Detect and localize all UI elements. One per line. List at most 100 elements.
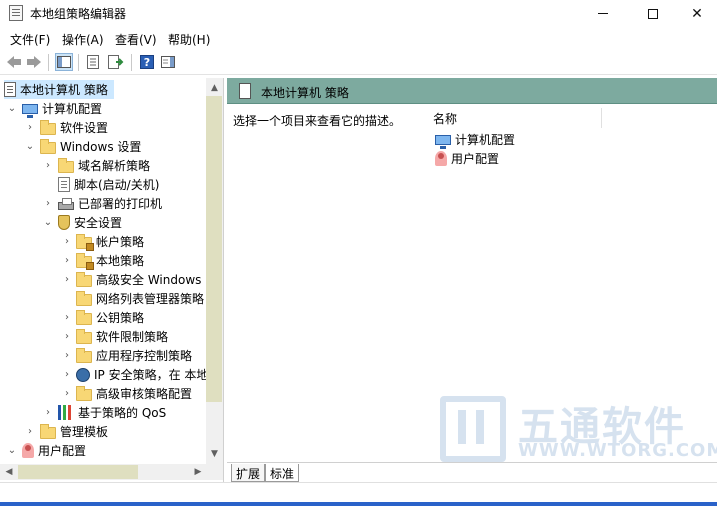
tree-item-label: 计算机配置 (42, 102, 103, 116)
tree-item-admin-templates[interactable]: 管理模板 (40, 422, 108, 441)
tree-item-user-config[interactable]: 用户配置 (22, 441, 86, 460)
column-divider[interactable] (601, 108, 602, 128)
folder-icon (40, 423, 56, 439)
tree-item-ip-security[interactable]: IP 安全策略，在 本地 (76, 365, 208, 384)
title-bar: 本地组策略编辑器 ✕ (0, 0, 717, 27)
folder-icon (76, 309, 92, 325)
policy-doc-icon (239, 83, 251, 99)
collapse-arrow-icon[interactable]: ⌄ (25, 142, 35, 152)
show-hide-tree-button[interactable] (55, 53, 73, 71)
tree-item-local-policies[interactable]: 本地策略 (76, 251, 144, 270)
back-button[interactable] (5, 53, 23, 71)
close-icon: ✕ (691, 5, 703, 22)
tree-item-deployed-printers[interactable]: 已部署的打印机 (58, 194, 162, 213)
back-icon (7, 56, 21, 68)
tree-item-advanced-audit[interactable]: 高级审核策略配置 (76, 384, 192, 403)
export-list-button[interactable] (107, 53, 125, 71)
tree-item-label: 公钥策略 (96, 311, 145, 325)
expand-arrow-icon[interactable]: › (62, 237, 72, 247)
tree-item-account-policies[interactable]: 帐户策略 (76, 232, 144, 251)
menu-help[interactable]: 帮助(H) (168, 31, 210, 48)
maximize-button[interactable] (630, 0, 676, 27)
help-icon: ? (140, 55, 154, 69)
menu-action[interactable]: 操作(A) (62, 31, 104, 48)
expand-arrow-icon[interactable]: › (62, 256, 72, 266)
list-item-user-config[interactable]: 用户配置 (435, 149, 499, 167)
toolbar-separator (78, 54, 79, 71)
user-icon (435, 150, 447, 166)
tree-item-label: 应用程序控制策略 (96, 349, 193, 363)
scroll-up-icon[interactable]: ▲ (206, 80, 223, 96)
folder-icon (76, 347, 92, 363)
properties-icon (87, 55, 99, 69)
column-header-name[interactable]: 名称 (433, 110, 603, 130)
menu-bar: 文件(F) 操作(A) 查看(V) 帮助(H) (0, 28, 717, 50)
export-list-icon (108, 55, 124, 69)
properties-button[interactable] (84, 53, 102, 71)
view-tabs: 扩展 标准 (227, 462, 717, 482)
locked-folder-icon (76, 252, 94, 270)
menu-file[interactable]: 文件(F) (10, 31, 50, 48)
tree-item-local-policy[interactable]: 本地计算机 策略 (4, 80, 114, 99)
tree-item-scripts[interactable]: 脚本(启动/关机) (58, 175, 159, 194)
expand-arrow-icon[interactable]: › (43, 199, 53, 209)
tree-horizontal-scroll-thumb[interactable] (18, 465, 138, 479)
computer-icon (22, 104, 38, 118)
tree-item-public-key-policies[interactable]: 公钥策略 (76, 308, 144, 327)
menu-view[interactable]: 查看(V) (115, 31, 157, 48)
tree-vertical-scroll-thumb[interactable] (206, 96, 222, 402)
tree-item-qos[interactable]: 基于策略的 QoS (58, 403, 166, 422)
tree-item-computer-config[interactable]: 计算机配置 (22, 99, 102, 118)
gpedit-app-icon (9, 5, 23, 21)
scroll-down-icon[interactable]: ▼ (206, 446, 223, 462)
tree-item-windows-firewall[interactable]: 高级安全 Windows D (76, 270, 214, 289)
collapse-arrow-icon[interactable]: ⌄ (7, 104, 17, 114)
tree-item-label: IP 安全策略，在 本地 (94, 368, 209, 382)
tree-item-dns-policy[interactable]: 域名解析策略 (58, 156, 150, 175)
list-item-label: 计算机配置 (455, 132, 516, 147)
user-icon (22, 443, 34, 458)
show-hide-action-pane-button[interactable] (159, 53, 177, 71)
tree-item-network-list-manager[interactable]: 网络列表管理器策略 (76, 289, 204, 308)
collapse-arrow-icon[interactable]: ⌄ (43, 218, 53, 228)
expand-arrow-icon[interactable]: › (62, 370, 72, 380)
ipsec-icon (76, 367, 90, 382)
tree-item-app-control[interactable]: 应用程序控制策略 (76, 346, 192, 365)
list-item-computer-config[interactable]: 计算机配置 (435, 130, 516, 149)
forward-button[interactable] (25, 53, 43, 71)
minimize-button[interactable] (580, 0, 626, 27)
tree-item-label: 软件设置 (60, 121, 109, 135)
tree-item-label: 管理模板 (60, 425, 109, 439)
tree-item-software-settings[interactable]: 软件设置 (40, 118, 108, 137)
expand-arrow-icon[interactable]: › (62, 275, 72, 285)
tree-item-windows-settings[interactable]: Windows 设置 (40, 137, 141, 156)
tab-extended[interactable]: 扩展 (231, 464, 266, 482)
expand-arrow-icon[interactable]: › (62, 351, 72, 361)
tab-standard[interactable]: 标准 (265, 464, 300, 482)
tree-item-security-settings[interactable]: 安全设置 (58, 213, 122, 232)
bar-chart-icon (58, 405, 74, 420)
scroll-left-icon[interactable]: ◀ (1, 464, 17, 480)
close-button[interactable]: ✕ (674, 0, 717, 27)
expand-arrow-icon[interactable]: › (62, 332, 72, 342)
policy-doc-icon (4, 82, 16, 97)
expand-arrow-icon[interactable]: › (25, 427, 35, 437)
help-button[interactable]: ? (138, 53, 156, 71)
expand-arrow-icon[interactable]: › (62, 313, 72, 323)
collapse-arrow-icon[interactable]: ⌄ (7, 446, 17, 456)
scroll-right-icon[interactable]: ▶ (190, 464, 206, 480)
tree-item-label: 用户配置 (38, 444, 87, 458)
tree-item-label: 高级审核策略配置 (96, 387, 193, 401)
expand-arrow-icon[interactable]: › (43, 408, 53, 418)
details-header: 本地计算机 策略 (227, 78, 717, 104)
tree-item-label: 脚本(启动/关机) (74, 178, 160, 192)
computer-icon (435, 134, 451, 149)
details-description: 选择一个项目来查看它的描述。 (233, 114, 402, 128)
expand-arrow-icon[interactable]: › (43, 161, 53, 171)
tree-item-software-restriction[interactable]: 软件限制策略 (76, 327, 168, 346)
expand-arrow-icon[interactable]: › (62, 389, 72, 399)
scrollbar-corner (206, 464, 223, 480)
show-hide-tree-icon (57, 56, 71, 68)
expand-arrow-icon[interactable]: › (25, 123, 35, 133)
details-pane: 本地计算机 策略 选择一个项目来查看它的描述。 名称 计算机配置 用户配置 (227, 78, 717, 482)
